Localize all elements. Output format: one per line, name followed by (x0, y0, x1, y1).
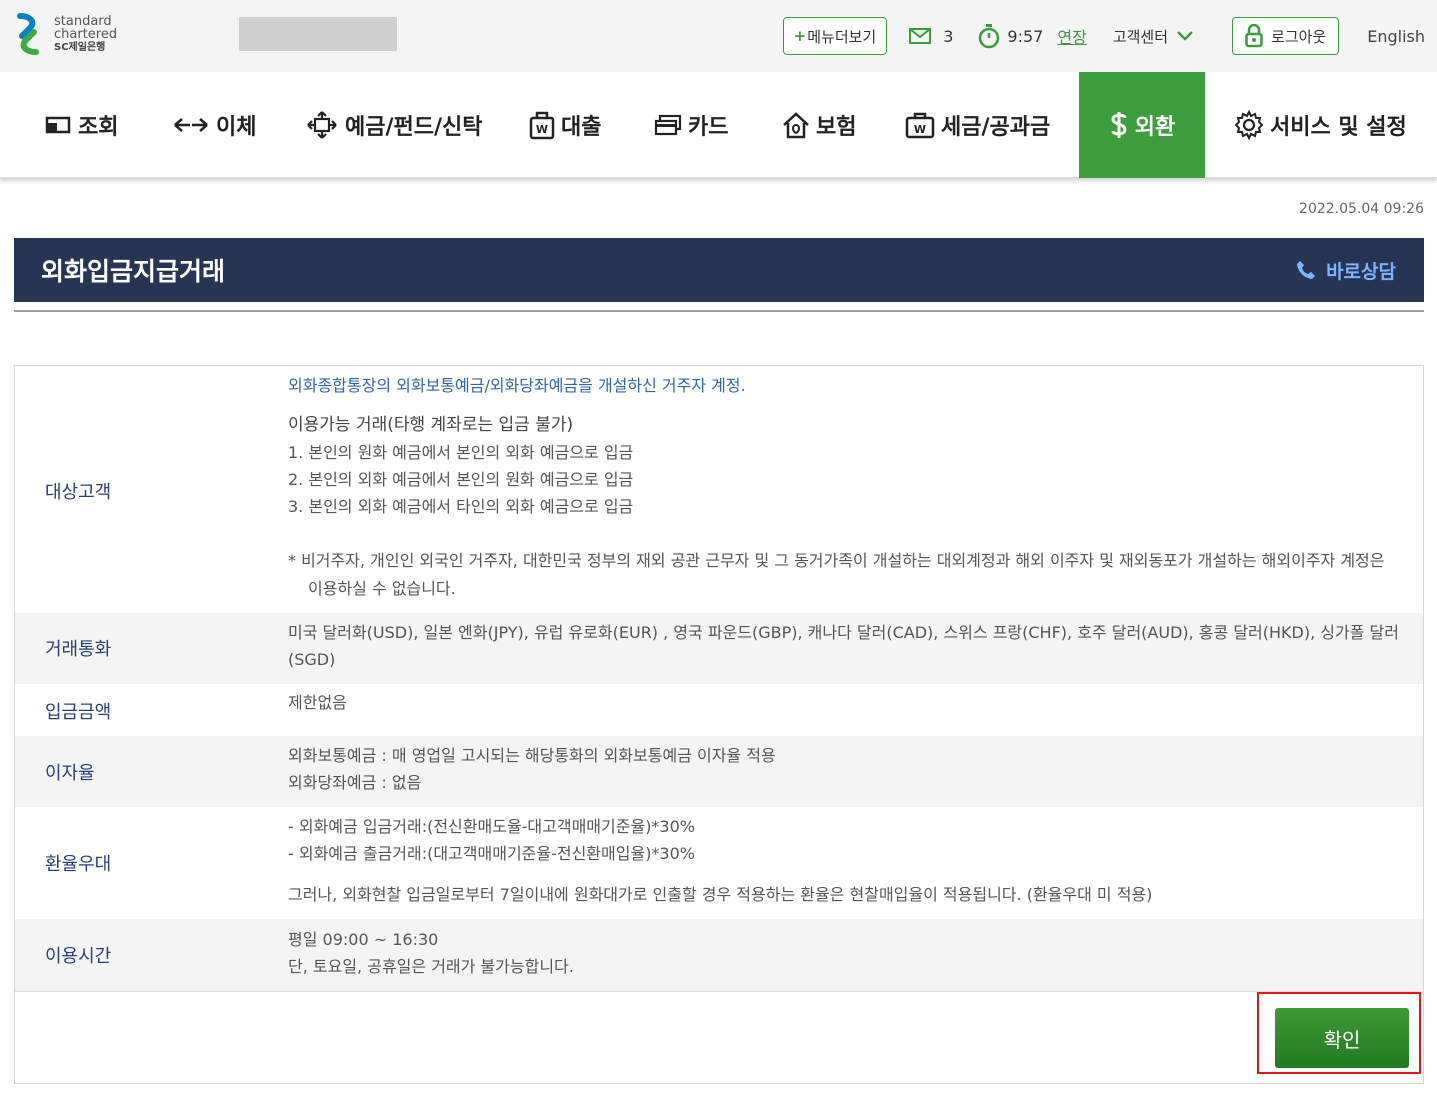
nav-label: 서비스 및 설정 (1270, 115, 1407, 140)
main-nav: 조회 이체 예금/펀드/신탁 W 대출 카드 보험 W 세금/공과금 외환 서비… (0, 72, 1437, 178)
logo-text-chartered: chartered (54, 26, 118, 42)
lock-icon (1245, 24, 1263, 48)
loan-icon: W (529, 111, 555, 140)
currency-list: 미국 달러화(USD), 일본 엔화(JPY), 유럽 유로화(EUR) , 영… (288, 623, 1399, 669)
insurance-icon (783, 112, 809, 139)
row-content: 평일 09:00 ~ 16:30 단, 토요일, 공휴일은 거래가 불가능합니다… (288, 926, 1401, 980)
top-header: standard chartered SC제일은행 + 메뉴더보기 3 9:57… (0, 0, 1437, 72)
row-label: 이자율 (45, 763, 95, 784)
list-item: 1. 본인의 원화 예금에서 본인의 외화 예금으로 입금 (288, 443, 634, 462)
timer-value: 9:57 (1007, 26, 1044, 46)
target-description: 외화종합통장의 외화보통예금/외화당좌예금을 개설하신 거주자 계정. (288, 376, 746, 395)
tax-icon: W (905, 112, 935, 139)
row-fx-preference: 환율우대 - 외화예금 입금거래:(전신환매도율-대고객매매기준율)*30% -… (15, 807, 1423, 919)
nav-label: 카드 (688, 115, 729, 140)
mail-button[interactable]: 3 (909, 27, 953, 46)
nav-item-tax[interactable]: W 세금/공과금 (905, 72, 1050, 178)
available-transactions-title: 이용가능 거래(타행 계좌로는 입금 불가) (288, 415, 574, 435)
row-target-customer: 대상고객 외화종합통장의 외화보통예금/외화당좌예금을 개설하신 거주자 계정.… (15, 366, 1423, 613)
nav-item-insurance[interactable]: 보험 (782, 72, 856, 178)
extend-session-link[interactable]: 연장 (1057, 24, 1086, 48)
quick-consult-button[interactable]: 바로상담 (1296, 257, 1396, 284)
english-link[interactable]: English (1367, 27, 1425, 46)
nav-item-inquiry[interactable]: 조회 (44, 72, 118, 178)
highlight-box: 확인 (1257, 992, 1421, 1074)
row-currency: 거래통화 미국 달러화(USD), 일본 엔화(JPY), 유럽 유로화(EUR… (15, 613, 1423, 684)
inquiry-icon (45, 116, 71, 134)
menu-more-label: 메뉴더보기 (807, 27, 877, 46)
weekday-hours: 평일 09:00 ~ 16:30 (288, 930, 439, 949)
gear-icon (1234, 110, 1264, 140)
logout-button[interactable]: 로그아웃 (1232, 17, 1340, 55)
nav-item-loan[interactable]: W 대출 (529, 72, 601, 178)
info-table: 대상고객 외화종합통장의 외화보통예금/외화당좌예금을 개설하신 거주자 계정.… (14, 365, 1424, 1084)
deposit-icon (307, 111, 337, 139)
nav-label: 이체 (216, 115, 257, 140)
masked-user-name (239, 17, 397, 51)
list-item: 2. 본인의 외화 예금에서 본인의 원화 예금으로 입금 (288, 470, 634, 489)
customer-center-dropdown[interactable]: 고객센터 (1113, 26, 1194, 47)
customer-center-label: 고객센터 (1112, 27, 1169, 46)
nav-item-foreign-exchange[interactable]: 외환 (1079, 72, 1205, 178)
confirm-button[interactable]: 확인 (1275, 1008, 1409, 1068)
nav-label: 대출 (561, 115, 602, 140)
row-service-hours: 이용시간 평일 09:00 ~ 16:30 단, 토요일, 공휴일은 거래가 불… (15, 919, 1423, 991)
nav-label: 보험 (816, 115, 857, 140)
nav-label: 세금/공과금 (941, 115, 1051, 140)
row-content: - 외화예금 입금거래:(전신환매도율-대고객매매기준율)*30% - 외화예금… (288, 813, 1401, 908)
svg-text:W: W (914, 123, 926, 136)
transfer-icon (174, 118, 208, 132)
logo-text-standard: standard (54, 13, 112, 29)
fx-exception-note: 그러나, 외화현찰 입금일로부터 7일이내에 원화대가로 인출할 경우 적용하는… (288, 885, 1153, 904)
row-interest-rate: 이자율 외화보통예금 : 매 영업일 고시되는 해당통화의 외화보통예금 이자율… (15, 736, 1423, 807)
list-item: 3. 본인의 외화 예금에서 타인의 외화 예금으로 입금 (288, 497, 634, 516)
menu-more-button[interactable]: + 메뉴더보기 (782, 17, 888, 55)
nav-label: 조회 (78, 115, 119, 140)
row-label: 대상고객 (45, 482, 112, 503)
fx-deposit-rule: - 외화예금 입금거래:(전신환매도율-대고객매매기준율)*30% (288, 817, 695, 836)
interest-checking: 외화당좌예금 : 없음 (288, 773, 422, 792)
nav-item-deposit[interactable]: 예금/펀드/신탁 (305, 72, 483, 178)
row-label: 입금금액 (45, 702, 112, 723)
sc-logo[interactable]: standard chartered SC제일은행 (14, 12, 117, 56)
title-divider (14, 310, 1424, 312)
interest-savings: 외화보통예금 : 매 영업일 고시되는 해당통화의 외화보통예금 이자율 적용 (288, 746, 776, 765)
logo-text-korean: SC제일은행 (54, 41, 106, 53)
stopwatch-icon (979, 24, 1000, 49)
nav-item-settings[interactable]: 서비스 및 설정 (1234, 72, 1407, 178)
exclusion-note: * 비거주자, 개인인 외국인 거주자, 대한민국 정부의 재외 공관 근무자 … (288, 551, 1385, 598)
nav-label: 외환 (1134, 115, 1176, 140)
chevron-down-icon (1177, 31, 1193, 41)
nav-label: 예금/펀드/신탁 (345, 115, 483, 140)
mail-icon (909, 28, 932, 44)
page-title-bar: 외화입금지급거래 바로상담 (14, 238, 1424, 302)
row-content: 외화보통예금 : 매 영업일 고시되는 해당통화의 외화보통예금 이자율 적용 … (288, 742, 1401, 796)
current-datetime: 2022.05.04 09:26 (1299, 201, 1424, 217)
row-content: 외화종합통장의 외화보통예금/외화당좌예금을 개설하신 거주자 계정. 이용가능… (288, 372, 1401, 603)
deposit-amount-value: 제한없음 (288, 693, 347, 712)
fx-withdraw-rule: - 외화예금 출금거래:(대고객매매기준율-전신환매입율)*30% (288, 844, 695, 863)
phone-icon (1297, 261, 1316, 279)
card-icon (654, 114, 682, 136)
row-label: 이용시간 (45, 946, 112, 967)
holiday-note: 단, 토요일, 공휴일은 거래가 불가능합니다. (288, 957, 574, 976)
row-deposit-amount: 입금금액 제한없음 (15, 684, 1423, 736)
logout-label: 로그아웃 (1271, 27, 1327, 46)
nav-item-card[interactable]: 카드 (654, 72, 728, 178)
sc-logo-icon (17, 13, 39, 55)
dollar-icon (1111, 112, 1127, 138)
row-label: 거래통화 (45, 639, 112, 660)
table-footer-divider (15, 991, 1423, 992)
row-label: 환율우대 (45, 854, 112, 875)
plus-icon: + (793, 27, 807, 45)
quick-consult-label: 바로상담 (1326, 260, 1396, 283)
mail-count: 3 (943, 26, 954, 46)
nav-item-transfer[interactable]: 이체 (172, 72, 256, 178)
session-timer: 9:57 연장 (977, 23, 1087, 49)
page-title: 외화입금지급거래 (41, 257, 226, 286)
svg-text:W: W (536, 123, 548, 136)
